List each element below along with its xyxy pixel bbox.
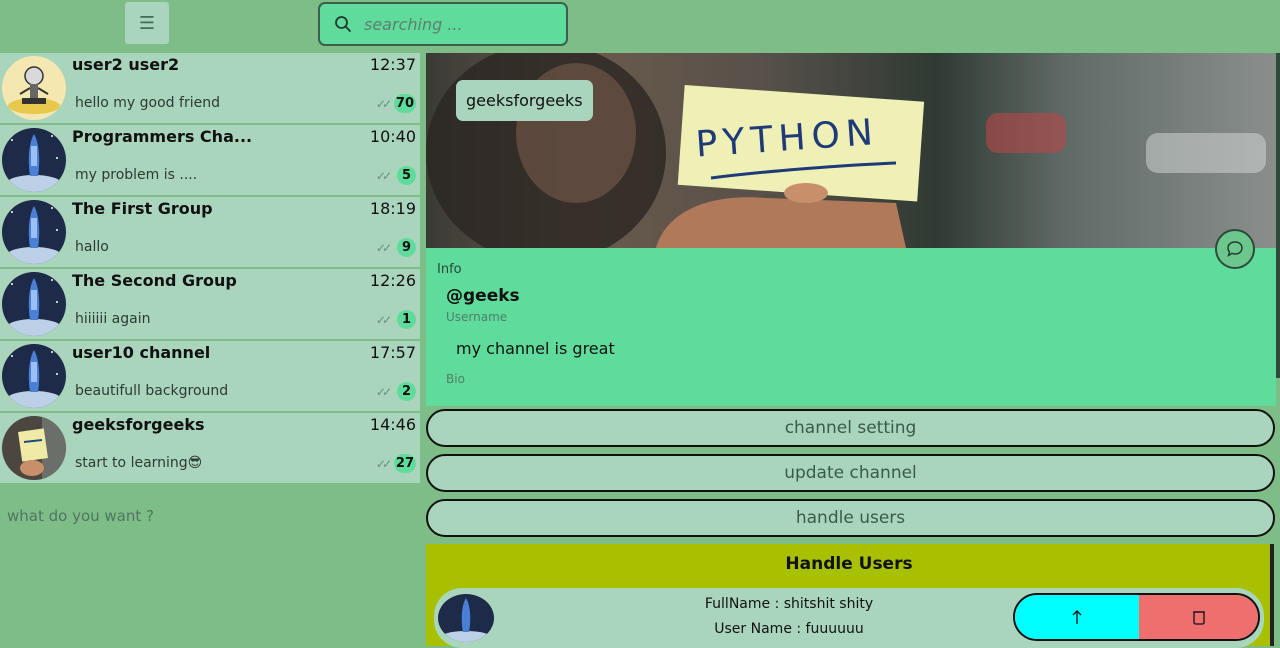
chat-last-message: hello my good friend [75, 95, 220, 111]
chat-item[interactable]: The Second Group 12:26 hiiiiii again ✓✓ … [0, 269, 420, 341]
handle-users-button[interactable]: handle users [426, 499, 1275, 537]
info-label: Info [437, 262, 462, 277]
channel-info: Info @geeks Username my channel is great… [426, 248, 1276, 406]
chat-item[interactable]: The First Group 18:19 hallo ✓✓ 9 [0, 197, 420, 269]
unread-badge: 5 [397, 166, 416, 185]
chat-bubble-button[interactable] [1215, 229, 1255, 269]
delete-button[interactable] [1139, 595, 1258, 639]
double-check-icon: ✓✓ [375, 241, 392, 255]
chat-item[interactable]: user2 user2 12:37 hello my good friend ✓… [0, 53, 420, 125]
menu-button[interactable]: ☰ [125, 2, 169, 44]
chat-time: 12:37 [369, 55, 416, 74]
chat-name: The First Group [72, 199, 213, 218]
chat-item[interactable]: user10 channel 17:57 beautifull backgrou… [0, 341, 420, 413]
chat-last-message: start to learning😎 [75, 455, 203, 471]
username-caption: Username [446, 310, 508, 324]
chat-name: The Second Group [72, 271, 237, 290]
chat-name: user2 user2 [72, 55, 180, 74]
chat-name: geeksforgeeks [72, 415, 205, 434]
unread-badge: 9 [397, 238, 416, 257]
unread-badge: 27 [393, 454, 416, 473]
update-channel-button[interactable]: update channel [426, 454, 1275, 492]
search-input[interactable] [362, 13, 556, 35]
trash-icon [1192, 611, 1205, 625]
unread-badge: 70 [393, 94, 416, 113]
double-check-icon: ✓✓ [375, 313, 392, 327]
chat-time: 14:46 [369, 415, 416, 434]
chat-bubble-icon [1227, 241, 1243, 258]
chat-item[interactable]: Programmers Cha... 10:40 my problem is .… [0, 125, 420, 197]
double-check-icon: ✓✓ [375, 97, 392, 111]
search-icon [335, 16, 351, 32]
chat-name: user10 channel [72, 343, 211, 362]
scrollbar[interactable] [1276, 53, 1280, 378]
chat-time: 17:57 [369, 343, 416, 362]
channel-setting-button[interactable]: channel setting [426, 409, 1275, 447]
double-check-icon: ✓✓ [375, 457, 392, 471]
promote-button[interactable] [1015, 595, 1139, 639]
bio-caption: Bio [446, 372, 465, 386]
chat-last-message: my problem is .... [75, 167, 198, 183]
chat-name: Programmers Cha... [72, 127, 253, 146]
chat-last-message: hiiiiii again [75, 311, 151, 327]
unread-badge: 2 [397, 382, 416, 401]
channel-username: @geeks [446, 286, 520, 306]
double-check-icon: ✓✓ [375, 169, 392, 183]
channel-bio: my channel is great [456, 339, 615, 358]
handle-users-title: Handle Users [785, 554, 913, 574]
rocket-avatar [2, 200, 66, 264]
channel-banner: PYTHON geeksforgeeks [426, 53, 1276, 248]
chat-time: 10:40 [369, 127, 416, 146]
chat-last-message: beautifull background [75, 383, 229, 399]
unread-badge: 1 [397, 310, 416, 329]
rocket-avatar [2, 128, 66, 192]
scrollbar[interactable] [1270, 544, 1274, 646]
sidebar-prompt: what do you want ? [7, 507, 154, 525]
double-check-icon: ✓✓ [375, 385, 392, 399]
user-actions [1013, 593, 1260, 641]
chat-list: user2 user2 12:37 hello my good friend ✓… [0, 53, 420, 485]
robot-avatar [2, 56, 66, 120]
arrow-up-icon [1072, 610, 1082, 624]
rocket-avatar [2, 344, 66, 408]
chat-item[interactable]: geeksforgeeks 14:46 start to learning😎 ✓… [0, 413, 420, 485]
search-box[interactable] [318, 2, 568, 46]
chat-time: 18:19 [369, 199, 416, 218]
chat-time: 12:26 [369, 271, 416, 290]
rocket-avatar [2, 272, 66, 336]
channel-title: geeksforgeeks [456, 80, 593, 121]
chat-last-message: hallo [75, 239, 109, 255]
python-avatar [2, 416, 66, 480]
hamburger-icon: ☰ [138, 12, 156, 34]
